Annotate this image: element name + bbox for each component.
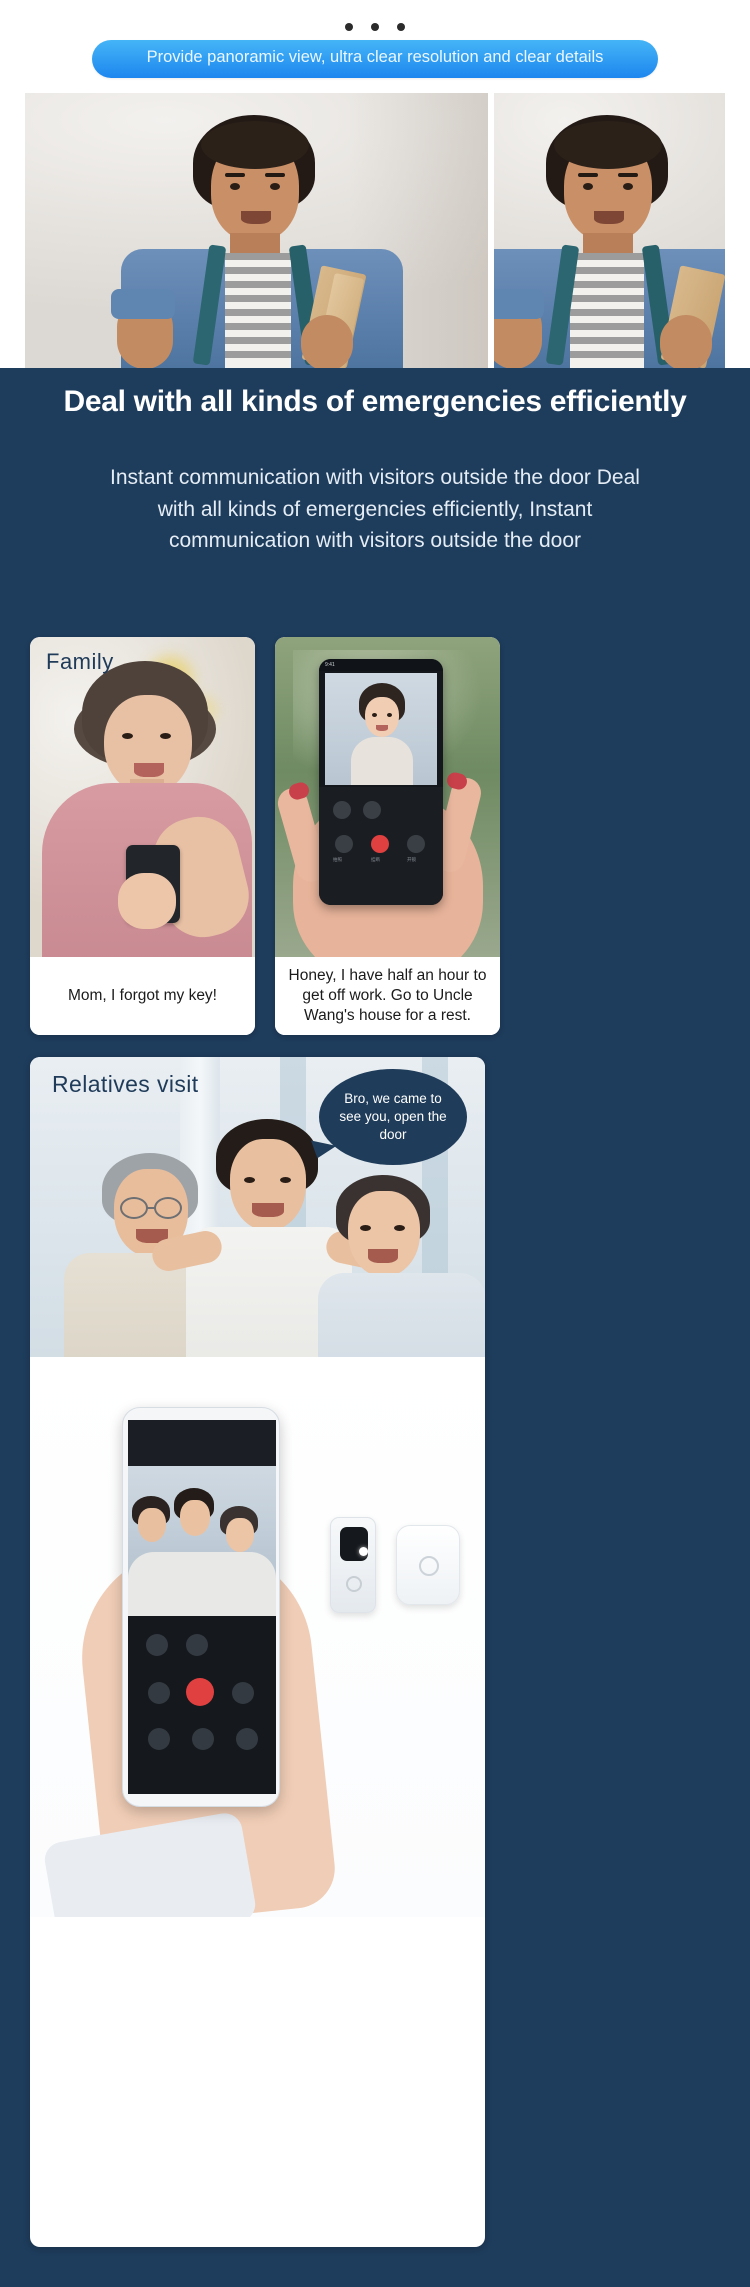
control-label: 挂断	[371, 857, 380, 862]
person-eye	[583, 183, 593, 190]
shirt-cuff	[111, 289, 175, 319]
dot-icon	[397, 22, 406, 31]
video-doorbell-device	[330, 1517, 376, 1613]
elder-woman-eye	[360, 1225, 371, 1231]
person-eye	[270, 183, 280, 190]
child-body	[351, 737, 413, 785]
caller-bodies	[128, 1552, 276, 1616]
product-detail-page: Provide panoramic view, ultra clear reso…	[0, 0, 750, 2287]
phone-statusbar	[128, 1420, 276, 1466]
scenario-card-videocall[interactable]: 9:41 拍照 挂断 开锁 Honey, I have half an hour…	[275, 637, 500, 1035]
caller-face	[138, 1508, 166, 1542]
smartphone: 9:41 拍照 挂断 开锁	[319, 659, 443, 905]
snapshot-icon[interactable]	[148, 1682, 170, 1704]
dot-icon	[344, 22, 353, 31]
person-mouth	[594, 211, 624, 224]
person-eye	[623, 183, 633, 190]
person-mouth	[241, 211, 271, 224]
phone-call-controls[interactable]: 拍照 挂断 开锁	[319, 787, 443, 905]
hero-image-right	[494, 93, 725, 368]
hangup-icon[interactable]	[371, 835, 389, 853]
card-tag-family: Family	[46, 649, 114, 674]
video-call-feed	[128, 1466, 276, 1616]
hand-holding-phone-photo: OK, I'll be right back. Give me five min…	[30, 1357, 485, 1917]
phone-call-controls[interactable]	[128, 1616, 276, 1794]
scenario-card-family[interactable]: Family Mom, I forgot my key!	[30, 637, 255, 1035]
chime-speaker	[419, 1556, 439, 1576]
section-subcopy: Instant communication with visitors outs…	[110, 466, 640, 552]
person-arm	[660, 315, 712, 368]
smartphone-large	[122, 1407, 280, 1807]
brightness-icon[interactable]	[192, 1728, 214, 1750]
hero-image-left	[25, 93, 488, 368]
card-tag-relatives: Relatives visit	[52, 1071, 199, 1097]
hero-image-pair	[25, 93, 725, 368]
child-face	[365, 697, 399, 737]
doorbell-button	[346, 1576, 362, 1592]
young-man-eye	[244, 1177, 255, 1183]
caller-face	[226, 1518, 254, 1552]
card-photo-mother	[30, 637, 255, 957]
child-eye	[387, 713, 392, 717]
volume-icon[interactable]	[236, 1728, 258, 1750]
microphone-icon[interactable]	[333, 801, 351, 819]
person-brow	[225, 173, 245, 177]
wireless-chime-device	[396, 1525, 460, 1605]
woman-mouth	[134, 763, 164, 777]
person-eye	[230, 183, 240, 190]
control-label: 拍照	[333, 857, 342, 862]
settings-icon[interactable]	[148, 1728, 170, 1750]
speech-bubble: Bro, we came to see you, open the door	[319, 1069, 467, 1165]
elder-woman-eye	[394, 1225, 405, 1231]
person-arm	[301, 315, 353, 368]
card-photo-handphone: 9:41 拍照 挂断 开锁	[275, 637, 500, 957]
woman-eye	[122, 733, 133, 739]
video-call-feed	[325, 673, 437, 785]
card-caption-videocall: Honey, I have half an hour to get off wo…	[275, 957, 500, 1035]
young-man-eye	[280, 1177, 291, 1183]
control-label: 开锁	[407, 857, 416, 862]
scenario-card-relatives[interactable]: Relatives visit Bro, we came to see you,…	[30, 1057, 485, 2247]
glasses-bridge	[147, 1207, 156, 1209]
unlock-icon[interactable]	[407, 835, 425, 853]
status-time: 9:41	[325, 662, 335, 668]
dot-icon	[371, 22, 379, 31]
child-mouth	[376, 725, 388, 731]
young-man-mouth	[252, 1203, 284, 1217]
snapshot-icon[interactable]	[335, 835, 353, 853]
glasses-lens	[154, 1197, 182, 1219]
woman-hand	[118, 873, 176, 929]
young-man-face	[230, 1139, 306, 1231]
person-striped-tee	[564, 253, 656, 368]
person-brow	[618, 173, 638, 177]
person-hair-top	[201, 121, 309, 169]
camera-icon[interactable]	[186, 1634, 208, 1656]
person-brow	[265, 173, 285, 177]
caller-face	[180, 1500, 210, 1536]
elder-woman-face	[348, 1191, 420, 1277]
microphone-icon[interactable]	[146, 1634, 168, 1656]
carousel-dots	[0, 18, 750, 36]
card-caption-family: Mom, I forgot my key!	[30, 957, 255, 1035]
section-headline: Deal with all kinds of emergencies effic…	[63, 385, 687, 418]
phone-screen	[128, 1420, 276, 1794]
camera-icon[interactable]	[363, 801, 381, 819]
person-brow	[578, 173, 598, 177]
glasses-lens	[120, 1197, 148, 1219]
phone-statusbar: 9:41	[319, 659, 443, 671]
unlock-icon[interactable]	[232, 1682, 254, 1704]
elder-woman-mouth	[368, 1249, 398, 1263]
person-hair-top	[554, 121, 662, 169]
scenario-card-row: Family Mom, I forgot my key! 9:41 拍照 挂断 …	[30, 637, 720, 1035]
woman-eye	[160, 733, 171, 739]
feature-pill-banner: Provide panoramic view, ultra clear reso…	[92, 40, 658, 78]
shirt-cuff	[494, 289, 544, 319]
hangup-icon[interactable]	[186, 1678, 214, 1706]
child-eye	[372, 713, 377, 717]
lens-glint	[359, 1547, 368, 1556]
doorbell-camera-lens	[340, 1527, 368, 1561]
